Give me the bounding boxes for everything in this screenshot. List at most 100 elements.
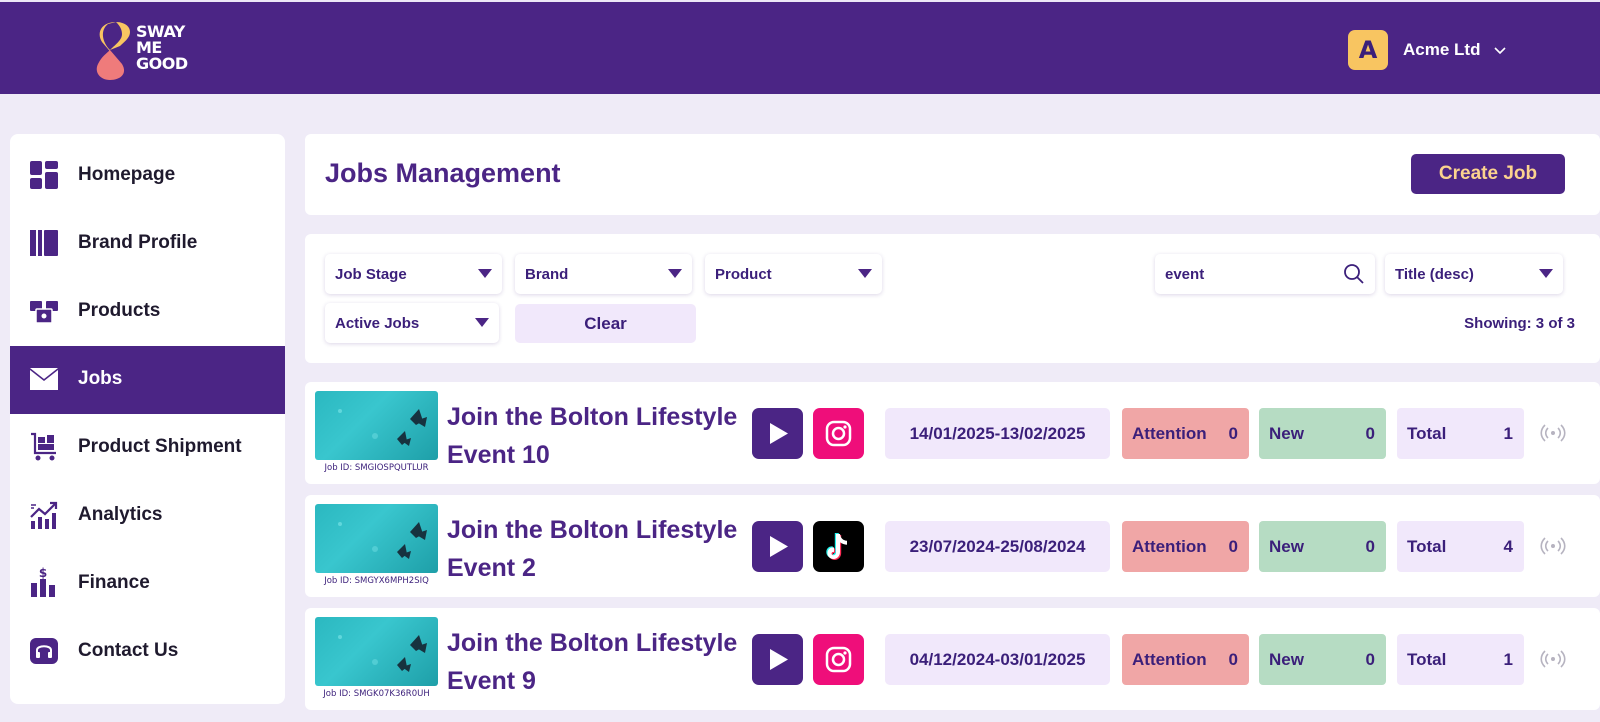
attention-value: 0: [1228, 537, 1238, 556]
instagram-button[interactable]: [813, 634, 864, 685]
instagram-icon: [825, 646, 852, 673]
total-count[interactable]: Total 4: [1397, 521, 1524, 572]
top-bar: SWAY ME GOOD A Acme Ltd: [0, 0, 1600, 94]
job-title[interactable]: Join the Bolton Lifestyle Event 9: [447, 624, 747, 700]
play-icon: [770, 423, 788, 444]
job-thumbnail[interactable]: [315, 504, 438, 573]
attention-count[interactable]: Attention 0: [1122, 521, 1249, 572]
sidebar-item-homepage[interactable]: Homepage: [10, 142, 285, 210]
total-value: 1: [1503, 424, 1513, 443]
sidebar-item-jobs[interactable]: Jobs: [10, 346, 285, 414]
sidebar-item-analytics[interactable]: Analytics: [10, 482, 285, 550]
logo-text: SWAY ME GOOD: [136, 24, 206, 72]
filter-bar: Job Stage Brand Product Title (desc) Act…: [305, 234, 1600, 363]
butterfly-image-icon: [338, 409, 427, 446]
job-stage-select[interactable]: Job Stage: [325, 254, 502, 294]
finance-icon: $: [31, 567, 55, 597]
tiktok-button[interactable]: [813, 521, 864, 572]
sidebar-item-product-shipment[interactable]: Product Shipment: [10, 414, 285, 482]
sidebar-item-finance[interactable]: $ Finance: [10, 550, 285, 618]
sidebar-item-products[interactable]: Products: [10, 278, 285, 346]
logo-mark-icon: [96, 22, 130, 80]
sidebar-item-label: Finance: [78, 572, 150, 593]
job-title-line-2: Event 9: [447, 667, 536, 695]
active-jobs-select-label: Active Jobs: [335, 315, 420, 332]
search-field[interactable]: [1155, 254, 1375, 294]
chevron-down-icon[interactable]: [1492, 42, 1508, 58]
product-select-label: Product: [715, 266, 772, 283]
job-date-range: 23/07/2024-25/08/2024: [885, 521, 1110, 572]
brand-select-label: Brand: [525, 266, 569, 283]
total-label: Total: [1407, 424, 1447, 443]
broadcast-icon[interactable]: [1540, 647, 1566, 671]
job-row[interactable]: Job ID: SMGYX6MPH2SIQ Join the Bolton Li…: [305, 495, 1600, 597]
job-stage-select-label: Job Stage: [335, 266, 407, 283]
play-button[interactable]: [752, 408, 803, 459]
play-icon: [770, 536, 788, 557]
play-button[interactable]: [752, 634, 803, 685]
new-label: New: [1269, 424, 1304, 443]
broadcast-icon[interactable]: [1540, 534, 1566, 558]
job-thumbnail[interactable]: [315, 391, 438, 460]
total-count[interactable]: Total 1: [1397, 408, 1524, 459]
job-title[interactable]: Join the Bolton Lifestyle Event 2: [447, 511, 747, 587]
caret-down-icon: [1539, 269, 1553, 278]
butterfly-image-icon: [338, 635, 427, 672]
job-date-range: 04/12/2024-03/01/2025: [885, 634, 1110, 685]
total-count[interactable]: Total 1: [1397, 634, 1524, 685]
instagram-button[interactable]: [813, 408, 864, 459]
sort-select[interactable]: Title (desc): [1385, 254, 1563, 294]
brand-profile-icon: [30, 230, 58, 256]
attention-value: 0: [1228, 650, 1238, 669]
job-title-line-1: Join the Bolton Lifestyle: [447, 629, 738, 657]
sidebar-item-contact-us[interactable]: Contact Us: [10, 618, 285, 686]
caret-down-icon: [858, 269, 872, 278]
page-header: Jobs Management Create Job: [305, 134, 1600, 215]
shipment-cart-icon: [31, 432, 56, 461]
sidebar-item-label: Contact Us: [78, 640, 179, 661]
account-menu[interactable]: A Acme Ltd: [1348, 29, 1508, 71]
new-count[interactable]: New 0: [1259, 408, 1386, 459]
page-title: Jobs Management: [325, 158, 561, 188]
logo-line-3: GOOD: [136, 54, 188, 73]
attention-count[interactable]: Attention 0: [1122, 408, 1249, 459]
job-id: Job ID: SMGK07K36R0UH: [323, 689, 430, 699]
new-label: New: [1269, 537, 1304, 556]
search-input[interactable]: [1165, 264, 1335, 284]
caret-down-icon: [478, 269, 492, 278]
sidebar-item-brand-profile[interactable]: Brand Profile: [10, 210, 285, 278]
sway-me-good-logo[interactable]: SWAY ME GOOD: [94, 20, 204, 82]
sidebar-item-label: Products: [78, 300, 161, 321]
sidebar-item-label: Brand Profile: [78, 232, 198, 253]
new-count[interactable]: New 0: [1259, 634, 1386, 685]
active-jobs-select[interactable]: Active Jobs: [325, 303, 499, 343]
brand-select[interactable]: Brand: [515, 254, 692, 294]
create-job-button[interactable]: Create Job: [1411, 154, 1565, 194]
caret-down-icon: [668, 269, 682, 278]
product-select[interactable]: Product: [705, 254, 882, 294]
job-row[interactable]: Job ID: SMGK07K36R0UH Join the Bolton Li…: [305, 608, 1600, 710]
new-value: 0: [1365, 424, 1375, 443]
dashboard-icon: [30, 161, 58, 189]
job-row[interactable]: Job ID: SMGIOSPQUTLUR Join the Bolton Li…: [305, 382, 1600, 484]
broadcast-icon[interactable]: [1540, 421, 1566, 445]
clear-filters-button[interactable]: Clear: [515, 304, 696, 343]
account-name[interactable]: Acme Ltd: [1403, 40, 1480, 60]
job-title[interactable]: Join the Bolton Lifestyle Event 10: [447, 398, 747, 474]
avatar[interactable]: A: [1348, 30, 1388, 70]
tiktok-icon: [826, 533, 847, 560]
new-value: 0: [1365, 537, 1375, 556]
envelope-icon: [30, 368, 58, 390]
new-count[interactable]: New 0: [1259, 521, 1386, 572]
play-icon: [770, 649, 788, 670]
sidebar-item-label: Analytics: [78, 504, 163, 525]
sidebar-item-label: Homepage: [78, 164, 176, 185]
attention-count[interactable]: Attention 0: [1122, 634, 1249, 685]
play-button[interactable]: [752, 521, 803, 572]
attention-value: 0: [1228, 424, 1238, 443]
job-thumbnail[interactable]: [315, 617, 438, 686]
new-label: New: [1269, 650, 1304, 669]
job-id: Job ID: SMGYX6MPH2SIQ: [324, 576, 429, 586]
search-icon[interactable]: [1343, 263, 1365, 285]
instagram-icon: [825, 420, 852, 447]
